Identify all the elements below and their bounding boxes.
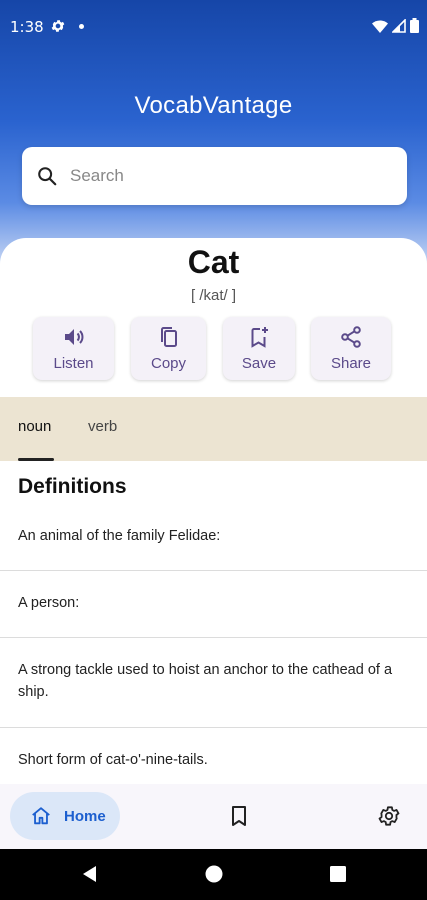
recents-icon[interactable] [328, 864, 348, 884]
share-label: Share [330, 355, 372, 372]
copy-label: Copy [150, 355, 187, 372]
status-bar: 1:38 [0, 0, 427, 54]
app-title: VocabVantage [134, 92, 293, 119]
home-icon [32, 807, 50, 825]
settings-status-icon [51, 20, 65, 32]
bookmark-icon[interactable] [227, 804, 251, 828]
save-button[interactable]: Save [223, 317, 295, 380]
tab-noun[interactable]: noun [18, 418, 51, 435]
notification-dot [79, 24, 84, 29]
definition-item: An animal of the family Felidae: [18, 528, 221, 544]
signal-icon [392, 18, 406, 33]
word-title: Cat [187, 244, 240, 280]
divider [0, 637, 427, 638]
definition-item: A person: [18, 595, 80, 611]
search-input[interactable] [70, 166, 370, 186]
save-label: Save [241, 355, 277, 372]
search-icon [38, 167, 57, 186]
status-time: 1:38 [10, 18, 44, 36]
listen-button[interactable]: Listen [33, 317, 114, 380]
definition-item: Short form of cat-o'-nine-tails. [18, 752, 208, 768]
back-icon[interactable] [80, 864, 100, 884]
home-circle-icon[interactable] [204, 864, 224, 884]
bookmark-add-icon [251, 327, 268, 348]
app-header: 1:38 VocabVantage [0, 0, 427, 270]
definitions-heading: Definitions [18, 475, 127, 498]
share-icon [341, 326, 361, 348]
battery-icon [410, 18, 419, 33]
bottom-navigation: Home [0, 784, 427, 849]
wifi-icon [372, 20, 388, 33]
tab-selected-indicator [18, 458, 54, 461]
action-row: Listen Copy Save Share [0, 317, 427, 381]
divider [0, 570, 427, 571]
speaker-icon [64, 329, 83, 345]
status-icons [372, 18, 419, 33]
nav-home[interactable]: Home [10, 792, 120, 840]
phonetic-text: [ /kat/ ] [190, 287, 236, 304]
system-navigation-bar [0, 849, 427, 900]
divider [0, 727, 427, 728]
definition-item: A strong tackle used to hoist an anchor … [18, 662, 393, 700]
tab-verb[interactable]: verb [88, 418, 117, 435]
copy-button[interactable]: Copy [131, 317, 206, 380]
part-of-speech-tabs: noun verb [0, 397, 427, 461]
settings-icon[interactable] [377, 804, 401, 828]
share-button[interactable]: Share [311, 317, 391, 380]
listen-label: Listen [53, 355, 94, 372]
nav-home-label: Home [64, 807, 106, 825]
copy-icon [160, 327, 177, 347]
search-bar[interactable] [22, 147, 407, 205]
